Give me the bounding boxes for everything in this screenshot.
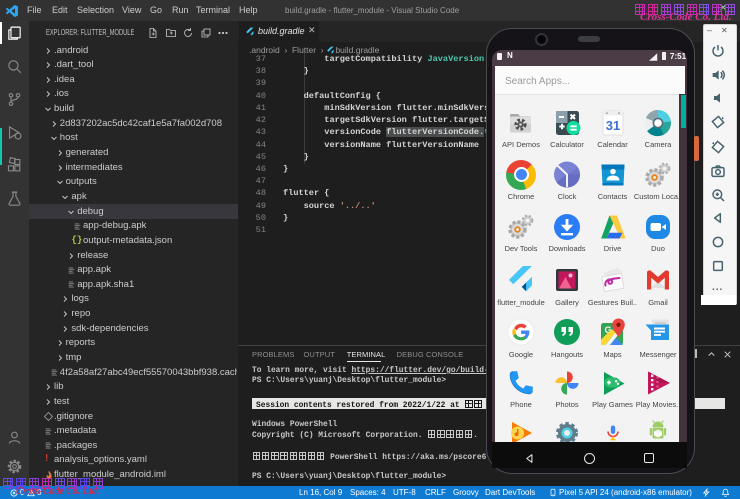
svg-text:31: 31 <box>605 118 619 133</box>
